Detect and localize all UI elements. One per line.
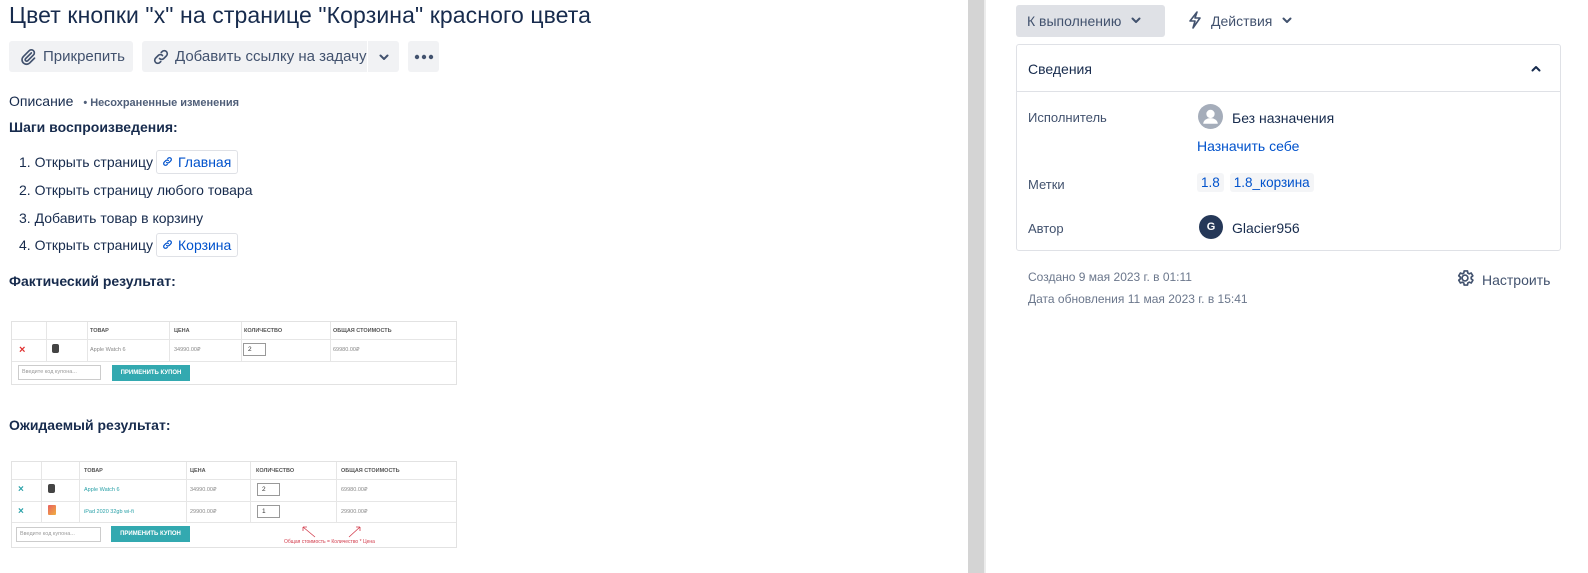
expected-result-heading: Ожидаемый результат: bbox=[9, 417, 171, 433]
annotation-arrows bbox=[302, 526, 361, 538]
description-heading: Описание • Несохраненные изменения bbox=[9, 93, 239, 109]
step-item: 1. Открыть страницу Главная bbox=[19, 150, 239, 174]
labels-label: Метки bbox=[1028, 177, 1065, 192]
lightning-icon bbox=[1187, 10, 1203, 32]
issue-main: Цвет кнопки "х" на странице "Корзина" кр… bbox=[0, 0, 968, 573]
step-text: 1. Открыть страницу bbox=[19, 154, 153, 170]
col-header: ОБЩАЯ СТОИМОСТЬ bbox=[333, 328, 392, 334]
product-price: 34990.00₽ bbox=[190, 487, 217, 493]
attach-button-label: Прикрепить bbox=[43, 48, 125, 65]
coupon-field: Введите код купона... bbox=[16, 527, 101, 542]
apply-coupon-button-image: ПРИМЕНИТЬ КУПОН bbox=[112, 365, 190, 381]
expected-result-image: ТОВАР ЦЕНА КОЛИЧЕСТВО ОБЩАЯ СТОИМОСТЬ × … bbox=[11, 461, 457, 548]
step-text: 2. Открыть страницу любого товара bbox=[19, 182, 253, 198]
author-name[interactable]: Glacier956 bbox=[1232, 220, 1300, 236]
actual-result-image: ТОВАР ЦЕНА КОЛИЧЕСТВО ОБЩАЯ СТОИМОСТЬ × … bbox=[11, 321, 457, 385]
configure-label: Настроить bbox=[1482, 271, 1551, 288]
assign-to-me-link[interactable]: Назначить себе bbox=[1197, 138, 1299, 154]
annotation-text: Общая стоимость = Количество * Цена bbox=[284, 539, 375, 545]
product-price: 29900.00₽ bbox=[190, 509, 217, 515]
col-header: ТОВАР bbox=[84, 468, 103, 474]
gear-icon bbox=[1455, 268, 1475, 291]
avatar[interactable]: G bbox=[1199, 215, 1223, 239]
product-name: iPad 2020 32gb wi-fi bbox=[84, 509, 134, 515]
quantity-field: 2 bbox=[257, 483, 280, 496]
link-icon bbox=[162, 154, 178, 170]
status-label: К выполнению bbox=[1027, 13, 1122, 29]
panel-splitter-edge bbox=[984, 0, 986, 573]
actions-label: Действия bbox=[1211, 13, 1273, 29]
more-actions-button[interactable] bbox=[408, 41, 439, 72]
link-icon bbox=[152, 48, 170, 66]
cart-page-link-label: Корзина bbox=[178, 237, 232, 253]
unassigned-avatar-icon bbox=[1198, 104, 1223, 134]
status-dropdown[interactable]: К выполнению bbox=[1016, 5, 1165, 37]
attach-button[interactable]: Прикрепить bbox=[9, 41, 133, 72]
add-link-button[interactable]: Добавить ссылку на задачу bbox=[142, 41, 367, 72]
details-panel: Сведения Исполнитель Без назначения Назн… bbox=[1016, 44, 1561, 251]
description-label: Описание bbox=[9, 93, 74, 109]
main-page-link[interactable]: Главная bbox=[156, 150, 239, 174]
col-header: ЦЕНА bbox=[190, 468, 206, 474]
step-text: 3. Добавить товар в корзину bbox=[19, 210, 204, 226]
author-label: Автор bbox=[1028, 221, 1064, 236]
product-thumbnail bbox=[52, 344, 59, 353]
col-header: ТОВАР bbox=[90, 328, 109, 334]
cart-page-link[interactable]: Корзина bbox=[156, 233, 239, 257]
assignee-label: Исполнитель bbox=[1028, 110, 1107, 125]
product-thumbnail bbox=[48, 505, 56, 515]
col-header: КОЛИЧЕСТВО bbox=[244, 328, 283, 334]
labels-list: 1.8 1.8_корзина bbox=[1197, 173, 1320, 192]
product-total: 69980.00₽ bbox=[341, 487, 368, 493]
paperclip-icon bbox=[19, 48, 37, 66]
details-panel-header[interactable]: Сведения bbox=[1017, 45, 1560, 92]
unsaved-changes-note: • Несохраненные изменения bbox=[83, 97, 240, 109]
details-heading: Сведения bbox=[1028, 61, 1092, 77]
assignee-value: Без назначения bbox=[1232, 110, 1335, 126]
col-header: КОЛИЧЕСТВО bbox=[256, 468, 295, 474]
steps-heading: Шаги воспроизведения: bbox=[9, 119, 178, 135]
remove-x-icon: × bbox=[18, 484, 24, 495]
product-total: 69980.00₽ bbox=[333, 347, 360, 353]
chevron-down-icon bbox=[1281, 13, 1293, 29]
quantity-field: 2 bbox=[243, 343, 266, 356]
label-tag[interactable]: 1.8_корзина bbox=[1229, 173, 1314, 192]
configure-button[interactable]: Настроить bbox=[1455, 268, 1550, 291]
updated-timestamp: Дата обновления 11 мая 2023 г. в 15:41 bbox=[1028, 292, 1248, 306]
add-link-button-label: Добавить ссылку на задачу bbox=[175, 48, 367, 65]
col-header: ЦЕНА bbox=[174, 328, 190, 334]
col-header: ОБЩАЯ СТОИМОСТЬ bbox=[341, 468, 400, 474]
step-item: 3. Добавить товар в корзину bbox=[19, 210, 203, 226]
actual-result-heading: Фактический результат: bbox=[9, 273, 176, 289]
step-text: 4. Открыть страницу bbox=[19, 237, 153, 253]
panel-splitter[interactable] bbox=[968, 0, 984, 573]
step-item: 2. Открыть страницу любого товара bbox=[19, 182, 253, 198]
product-price: 34990.00₽ bbox=[174, 347, 201, 353]
add-link-dropdown-button[interactable] bbox=[368, 41, 399, 72]
remove-x-icon: × bbox=[18, 506, 24, 517]
main-page-link-label: Главная bbox=[178, 154, 232, 170]
chevron-down-icon bbox=[1130, 13, 1142, 29]
remove-x-icon: × bbox=[19, 344, 26, 356]
chevron-up-icon[interactable] bbox=[1530, 62, 1542, 80]
issue-title[interactable]: Цвет кнопки "х" на странице "Корзина" кр… bbox=[9, 2, 591, 29]
issue-sidebar: К выполнению Действия Сведения Исполните… bbox=[996, 0, 1588, 573]
label-tag[interactable]: 1.8 bbox=[1197, 173, 1224, 192]
chevron-down-icon bbox=[378, 51, 390, 63]
product-name: Apple Watch 6 bbox=[90, 347, 126, 353]
product-thumbnail bbox=[48, 484, 55, 493]
product-total: 29900.00₽ bbox=[341, 509, 368, 515]
link-icon bbox=[162, 237, 178, 253]
apply-coupon-button-image: ПРИМЕНИТЬ КУПОН bbox=[111, 526, 190, 542]
step-item: 4. Открыть страницу Корзина bbox=[19, 233, 239, 257]
actions-dropdown[interactable]: Действия bbox=[1187, 5, 1293, 37]
created-timestamp: Создано 9 мая 2023 г. в 01:11 bbox=[1028, 270, 1192, 284]
quantity-field: 1 bbox=[257, 505, 280, 518]
ellipsis-icon bbox=[414, 54, 434, 60]
product-name: Apple Watch 6 bbox=[84, 487, 120, 493]
coupon-field: Введите код купона... bbox=[18, 365, 101, 380]
